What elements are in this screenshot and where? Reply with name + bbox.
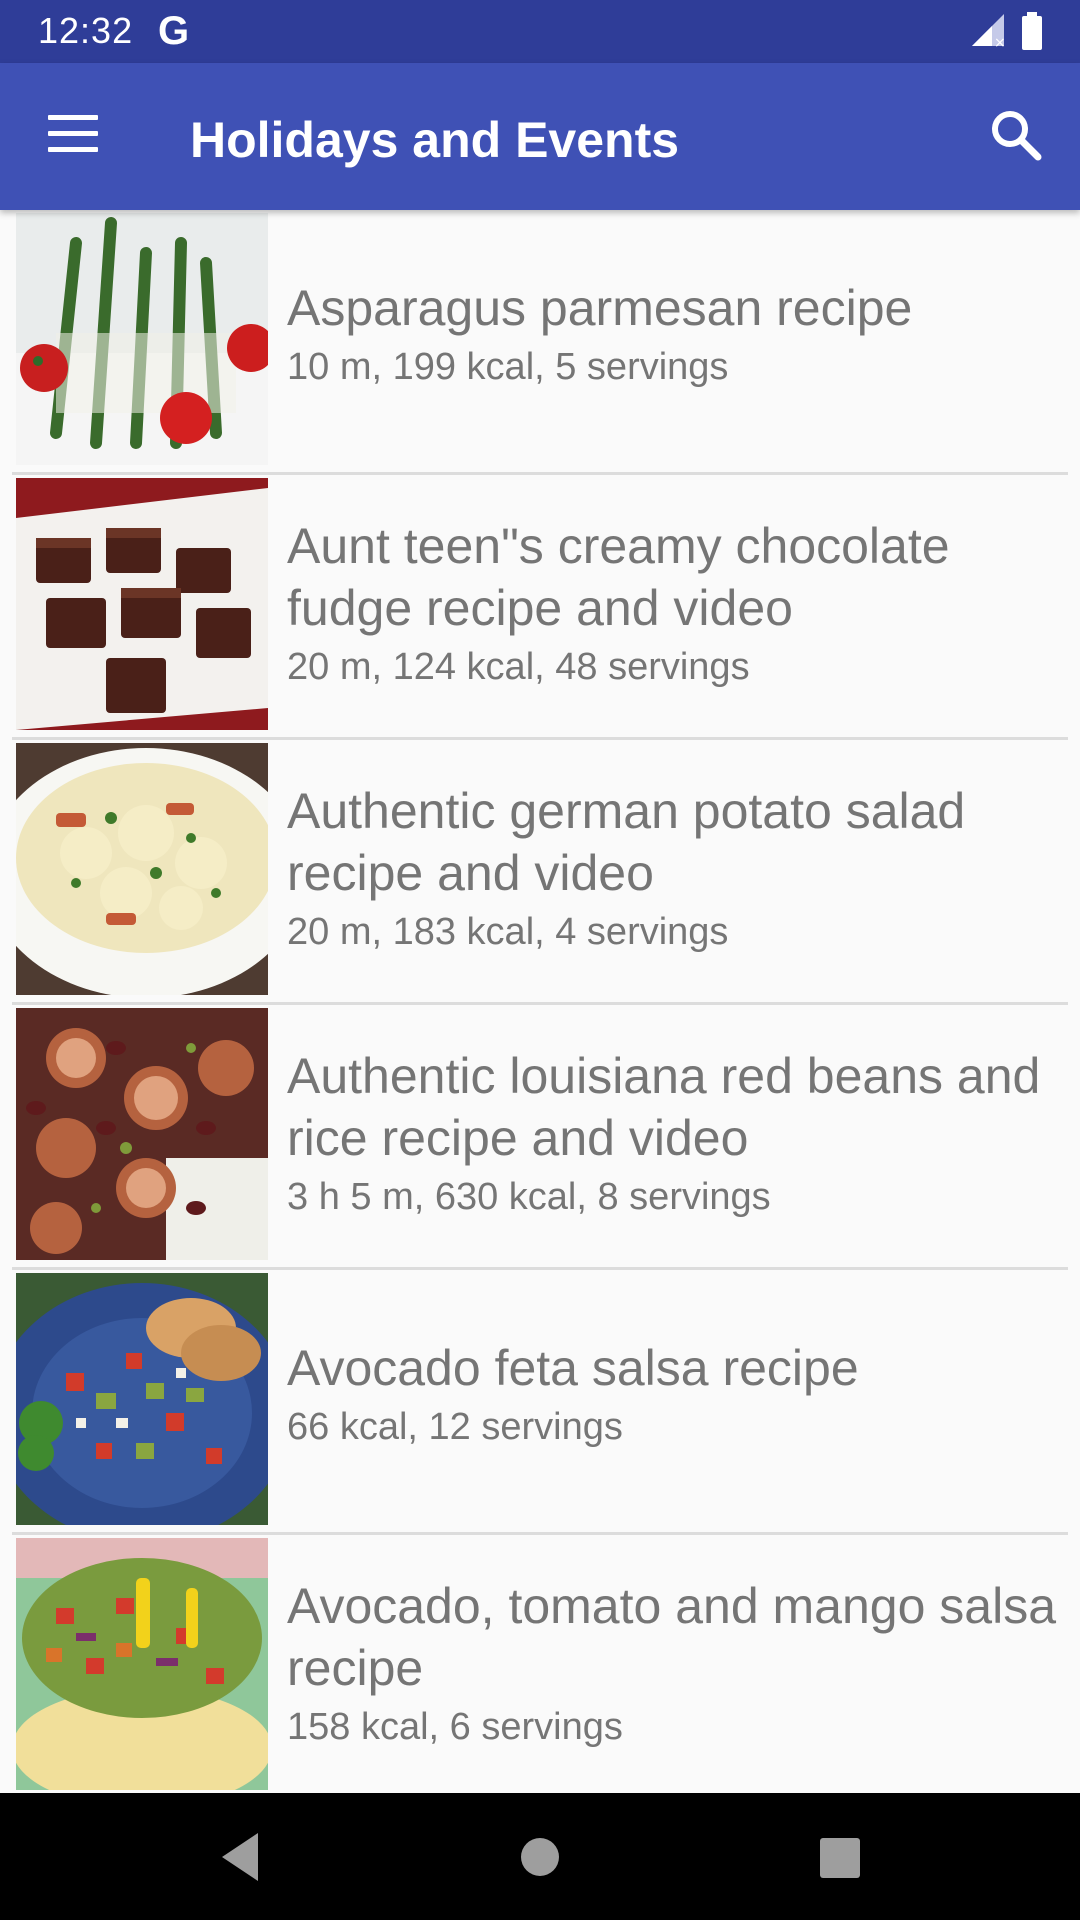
recipe-meta: 10 m, 199 kcal, 5 servings bbox=[287, 346, 729, 388]
recipe-title: Asparagus parmesan recipe bbox=[287, 280, 913, 336]
list-item[interactable]: Avocado, tomato and mango salsa recipe 1… bbox=[12, 1535, 1068, 1793]
home-icon[interactable] bbox=[520, 1829, 560, 1885]
recipe-title: Avocado feta salsa recipe bbox=[287, 1340, 859, 1396]
list-item[interactable]: Aunt teen"s creamy chocolate fudge recip… bbox=[12, 475, 1068, 740]
status-time: 12:32 bbox=[38, 10, 134, 51]
recipe-thumbnail bbox=[16, 213, 268, 465]
signal-icon: × bbox=[972, 14, 1006, 48]
recipe-meta: 3 h 5 m, 630 kcal, 8 servings bbox=[287, 1176, 771, 1218]
recent-apps-icon[interactable] bbox=[818, 1829, 862, 1885]
recipe-title: Aunt teen"s creamy chocolate fudge recip… bbox=[287, 518, 950, 636]
svg-text:×: × bbox=[994, 35, 1006, 48]
list-item[interactable]: Asparagus parmesan recipe 10 m, 199 kcal… bbox=[12, 210, 1068, 475]
list-item[interactable]: Avocado feta salsa recipe 66 kcal, 12 se… bbox=[12, 1270, 1068, 1535]
search-icon[interactable] bbox=[988, 107, 1044, 163]
recipe-list[interactable]: Asparagus parmesan recipe 10 m, 199 kcal… bbox=[0, 210, 1080, 1793]
hamburger-menu-icon[interactable] bbox=[48, 115, 100, 155]
recipe-title: Authentic german potato salad recipe and… bbox=[287, 783, 966, 901]
battery-icon bbox=[1022, 12, 1042, 50]
back-icon[interactable] bbox=[216, 1829, 264, 1885]
recipe-meta: 20 m, 183 kcal, 4 servings bbox=[287, 911, 729, 953]
list-item[interactable]: Authentic louisiana red beans and rice r… bbox=[12, 1005, 1068, 1270]
status-bar: 12:32 G × bbox=[0, 0, 1080, 63]
system-nav-bar bbox=[0, 1793, 1080, 1920]
recipe-meta: 20 m, 124 kcal, 48 servings bbox=[287, 646, 750, 688]
recipe-meta: 158 kcal, 6 servings bbox=[287, 1706, 623, 1748]
list-item[interactable]: Authentic german potato salad recipe and… bbox=[12, 740, 1068, 1005]
recipe-title: Avocado, tomato and mango salsa recipe bbox=[287, 1578, 1057, 1696]
recipe-thumbnail bbox=[16, 1008, 268, 1260]
recipe-meta: 66 kcal, 12 servings bbox=[287, 1406, 623, 1448]
recipe-thumbnail bbox=[16, 743, 268, 995]
recipe-thumbnail bbox=[16, 1273, 268, 1525]
recipe-thumbnail bbox=[16, 1538, 268, 1790]
recipe-title: Authentic louisiana red beans and rice r… bbox=[287, 1048, 1041, 1166]
app-bar: Holidays and Events bbox=[0, 63, 1080, 210]
recipe-thumbnail bbox=[16, 478, 268, 730]
google-g-icon: G bbox=[158, 9, 190, 53]
page-title: Holidays and Events bbox=[190, 112, 680, 168]
